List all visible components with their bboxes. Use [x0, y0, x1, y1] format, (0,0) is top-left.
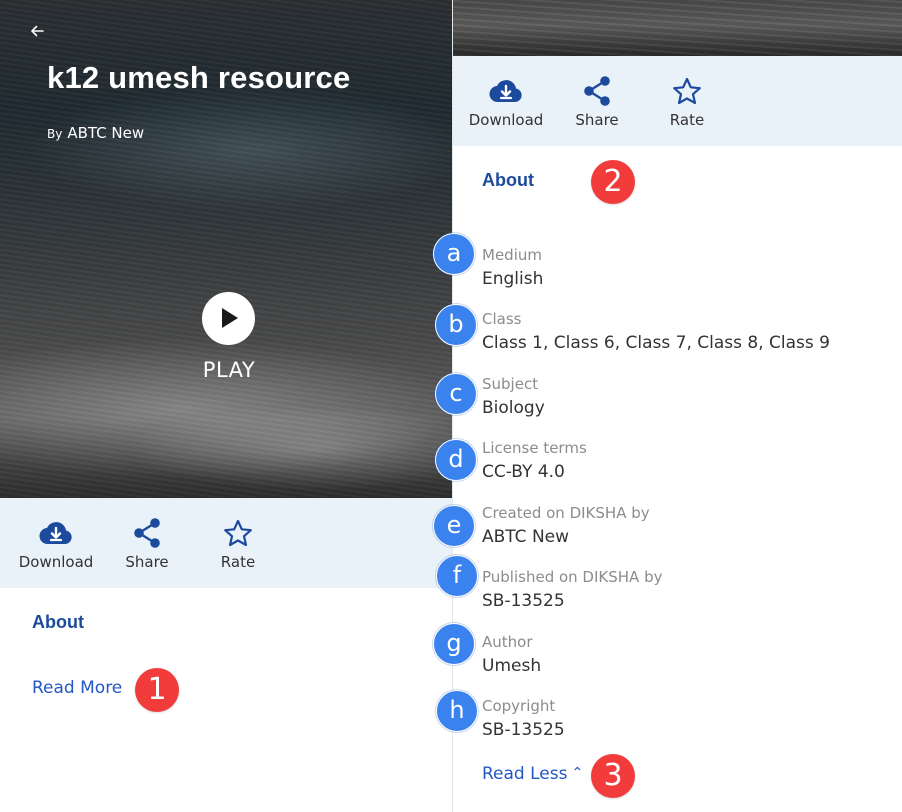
field-created-by: Created on DIKSHA by ABTC New	[482, 504, 650, 548]
annotation-badge-a: a	[433, 233, 475, 275]
share-button[interactable]: Share	[102, 498, 192, 588]
left-screen: k12 umesh resource By ABTC New PLAY Downl…	[0, 0, 453, 812]
field-value: Class 1, Class 6, Class 7, Class 8, Clas…	[482, 333, 830, 353]
share-label: Share	[125, 553, 169, 571]
content-hero-image-strip	[453, 0, 902, 56]
download-label: Download	[18, 553, 94, 571]
field-value: SB-13525	[482, 720, 565, 740]
star-outline-icon	[642, 74, 732, 108]
field-value: English	[482, 269, 544, 289]
read-less-link[interactable]: Read Less ⌃	[482, 764, 583, 784]
share-icon	[102, 516, 192, 550]
download-button[interactable]: Download	[461, 56, 551, 146]
field-value: Umesh	[482, 656, 542, 676]
annotation-badge-c: c	[435, 373, 477, 415]
play-button[interactable]	[202, 292, 255, 345]
annotation-badge-e: e	[433, 505, 475, 547]
chevron-up-icon: ⌃	[571, 765, 584, 781]
field-value: CC-BY 4.0	[482, 462, 565, 482]
field-label: Copyright	[482, 697, 556, 715]
play-label[interactable]: PLAY	[190, 358, 268, 382]
annotation-badge-3: 3	[591, 754, 635, 798]
annotation-badge-h: h	[436, 690, 478, 732]
field-value: SB-13525	[482, 591, 565, 611]
field-label: Subject	[482, 375, 539, 393]
field-published-by: Published on DIKSHA by SB-13525	[482, 568, 662, 612]
field-label: Author	[482, 633, 533, 651]
field-license-terms: License terms CC-BY 4.0	[482, 439, 587, 483]
content-title: k12 umesh resource	[47, 60, 351, 95]
field-label: License terms	[482, 439, 587, 457]
annotation-badge-g: g	[433, 623, 475, 665]
download-label: Download	[468, 111, 544, 129]
field-class: Class Class 1, Class 6, Class 7, Class 8…	[482, 310, 830, 354]
rate-label: Rate	[220, 553, 256, 571]
share-icon	[552, 74, 642, 108]
author-name: ABTC New	[67, 124, 145, 142]
content-author: By ABTC New	[47, 124, 144, 142]
field-subject: Subject Biology	[482, 375, 545, 419]
by-label: By	[47, 127, 63, 141]
about-heading: About	[482, 170, 534, 190]
hero-texture	[453, 0, 902, 56]
share-label: Share	[575, 111, 619, 129]
field-value: ABTC New	[482, 527, 570, 547]
play-icon	[222, 308, 238, 328]
about-heading: About	[32, 612, 84, 632]
action-bar: Download Share Rate	[453, 56, 902, 146]
rate-button[interactable]: Rate	[642, 56, 732, 146]
field-label: Created on DIKSHA by	[482, 504, 650, 522]
right-screen: Download Share Rate About 2 Medium Engli…	[433, 0, 902, 812]
field-copyright: Copyright SB-13525	[482, 697, 565, 741]
annotation-badge-f: f	[436, 555, 478, 597]
field-label: Medium	[482, 246, 542, 264]
field-author: Author Umesh	[482, 633, 541, 677]
read-more-link[interactable]: Read More	[32, 678, 122, 698]
field-value: Biology	[482, 398, 545, 418]
rate-button[interactable]: Rate	[193, 498, 283, 588]
share-button[interactable]: Share	[552, 56, 642, 146]
read-less-label: Read Less	[482, 764, 568, 784]
back-arrow-icon[interactable]	[26, 20, 48, 42]
cloud-download-icon	[11, 516, 101, 550]
field-label: Class	[482, 310, 522, 328]
annotation-badge-d: d	[435, 439, 477, 481]
annotation-badge-2: 2	[591, 160, 635, 204]
star-outline-icon	[193, 516, 283, 550]
download-button[interactable]: Download	[11, 498, 101, 588]
cloud-download-icon	[461, 74, 551, 108]
annotation-badge-1: 1	[135, 668, 179, 712]
annotation-badge-b: b	[435, 304, 477, 346]
rate-label: Rate	[669, 111, 705, 129]
field-label: Published on DIKSHA by	[482, 568, 663, 586]
content-hero-image: k12 umesh resource By ABTC New PLAY	[0, 0, 453, 498]
field-medium: Medium English	[482, 246, 543, 290]
action-bar: Download Share Rate	[0, 498, 453, 588]
